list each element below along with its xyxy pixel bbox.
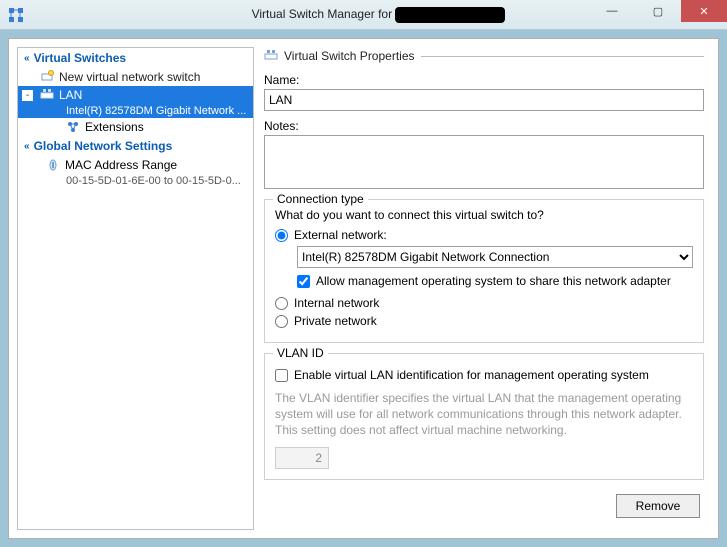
header-divider: [421, 56, 705, 57]
window: Virtual Switch Manager for — ▢ ✕ « Virtu…: [0, 0, 727, 547]
redacted-hostname: [395, 7, 505, 23]
tree-item-label: New virtual network switch: [59, 70, 200, 84]
radio-private-input[interactable]: [275, 315, 288, 328]
vlan-enable-checkbox[interactable]: [275, 369, 288, 382]
close-button[interactable]: ✕: [681, 0, 727, 22]
radio-label: Internal network: [294, 296, 379, 310]
checkbox-label: Enable virtual LAN identification for ma…: [294, 368, 649, 382]
connection-type-legend: Connection type: [273, 192, 368, 206]
tree-item-mac-range[interactable]: MAC Address Range: [18, 156, 253, 174]
titlebar: Virtual Switch Manager for — ▢ ✕: [0, 0, 727, 30]
vlan-description: The VLAN identifier specifies the virtua…: [275, 390, 693, 439]
window-buttons: — ▢ ✕: [589, 0, 727, 22]
tree-item-lan-adapter[interactable]: Intel(R) 82578DM Gigabit Network ...: [18, 104, 253, 118]
minimize-button[interactable]: —: [589, 0, 635, 22]
notes-input[interactable]: [264, 135, 704, 189]
radio-internal[interactable]: Internal network: [275, 296, 693, 310]
collapse-toggle[interactable]: -: [22, 90, 33, 101]
tree-header-global[interactable]: « Global Network Settings: [18, 136, 253, 156]
connection-type-group: Connection type What do you want to conn…: [264, 199, 704, 343]
radio-label: External network:: [294, 228, 387, 242]
tree-sub-label: 00-15-5D-01-6E-00 to 00-15-5D-0...: [66, 175, 241, 187]
tree-item-label: Extensions: [85, 120, 144, 134]
switch-icon: [40, 88, 54, 102]
tree-item-label: LAN: [59, 88, 82, 102]
collapse-icon: «: [24, 141, 30, 152]
external-options: Intel(R) 82578DM Gigabit Network Connect…: [297, 246, 693, 288]
vlan-group: VLAN ID Enable virtual LAN identificatio…: [264, 353, 704, 480]
remove-button[interactable]: Remove: [616, 494, 700, 518]
radio-label: Private network: [294, 314, 377, 328]
vlan-enable-row[interactable]: Enable virtual LAN identification for ma…: [275, 368, 693, 382]
properties-header: Virtual Switch Properties: [264, 49, 704, 63]
new-switch-icon: [40, 70, 54, 84]
tree-item-extensions[interactable]: Extensions: [18, 118, 253, 136]
window-title-text: Virtual Switch Manager for: [252, 7, 393, 21]
properties-pane: Virtual Switch Properties Name: Notes: C…: [264, 47, 710, 530]
vlan-id-input: [275, 447, 329, 469]
connection-question: What do you want to connect this virtual…: [275, 208, 693, 222]
mac-icon: [46, 158, 60, 172]
radio-private[interactable]: Private network: [275, 314, 693, 328]
switch-tree: « Virtual Switches New virtual network s…: [17, 47, 254, 530]
switch-icon: [264, 49, 278, 63]
extensions-icon: [66, 120, 80, 134]
adapter-select[interactable]: Intel(R) 82578DM Gigabit Network Connect…: [297, 246, 693, 268]
radio-external-input[interactable]: [275, 229, 288, 242]
app-icon: [8, 7, 24, 23]
tree-item-new-switch[interactable]: New virtual network switch: [18, 68, 253, 86]
tree-item-mac-range-value: 00-15-5D-01-6E-00 to 00-15-5D-0...: [18, 174, 253, 188]
button-row: Remove: [264, 494, 704, 518]
radio-internal-input[interactable]: [275, 297, 288, 310]
allow-mgmt-row[interactable]: Allow management operating system to sha…: [297, 274, 693, 288]
tree-header-label: Virtual Switches: [34, 51, 126, 65]
properties-header-label: Virtual Switch Properties: [284, 49, 415, 63]
name-label: Name:: [264, 73, 704, 87]
name-input[interactable]: [264, 89, 704, 111]
tree-header-label: Global Network Settings: [34, 139, 173, 153]
checkbox-label: Allow management operating system to sha…: [316, 274, 671, 288]
collapse-icon: «: [24, 53, 30, 64]
radio-external[interactable]: External network:: [275, 228, 693, 242]
maximize-button[interactable]: ▢: [635, 0, 681, 22]
tree-sub-label: Intel(R) 82578DM Gigabit Network ...: [66, 105, 246, 117]
allow-mgmt-checkbox[interactable]: [297, 275, 310, 288]
vlan-legend: VLAN ID: [273, 346, 328, 360]
content-area: « Virtual Switches New virtual network s…: [8, 38, 719, 539]
tree-item-label: MAC Address Range: [65, 158, 177, 172]
notes-label: Notes:: [264, 119, 704, 133]
tree-item-lan[interactable]: - LAN: [18, 86, 253, 104]
tree-header-virtual-switches[interactable]: « Virtual Switches: [18, 48, 253, 68]
